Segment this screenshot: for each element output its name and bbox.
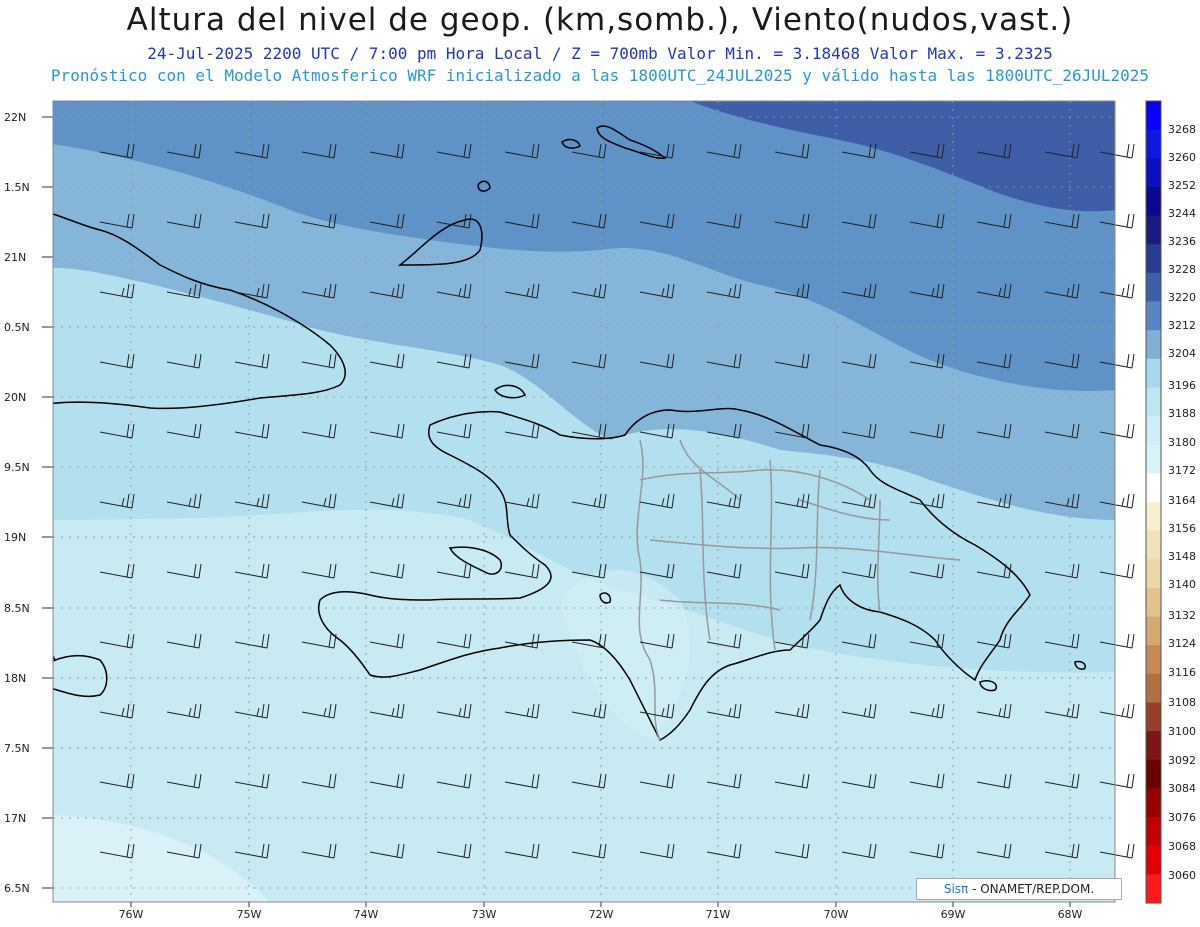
colorbar-swatch xyxy=(1146,186,1161,217)
colorbar-swatch xyxy=(1146,416,1161,446)
colorbar-swatch xyxy=(1146,874,1161,904)
latitude-ticks xyxy=(42,116,53,889)
colorbar-swatch xyxy=(1146,759,1161,790)
colorbar-swatch xyxy=(1146,817,1161,847)
colorbar-label: 3180 xyxy=(1168,436,1196,449)
longitude-axis: 76W 75W 74W 73W 72W 71W 70W 69W 68W xyxy=(119,908,1083,921)
colorbar-label: 3268 xyxy=(1168,123,1196,136)
colorbar-swatch xyxy=(1146,502,1161,532)
colorbar-label: 3196 xyxy=(1168,379,1196,392)
colorbar-label: 3204 xyxy=(1168,347,1196,360)
colorbar-swatch xyxy=(1146,330,1161,360)
lat-label: 1.5N xyxy=(4,181,30,194)
latitude-axis: 22N 1.5N 21N 0.5N 20N 9.5N 19N 8.5N 18N … xyxy=(4,111,30,895)
colorbar-label: 3140 xyxy=(1168,578,1196,591)
colorbar-swatch xyxy=(1146,272,1161,303)
lat-label: 21N xyxy=(4,251,26,264)
lon-label: 72W xyxy=(589,908,614,921)
colorbar-label: 3164 xyxy=(1168,494,1196,507)
colorbar-swatch xyxy=(1146,845,1161,875)
colorbar-swatch xyxy=(1146,530,1161,560)
colorbar-label: 3132 xyxy=(1168,609,1196,622)
colorbar-swatch xyxy=(1146,559,1161,589)
lat-label: 22N xyxy=(4,111,26,124)
colorbar-label: 3220 xyxy=(1168,291,1196,304)
lat-label: 0.5N xyxy=(4,321,30,334)
lon-label: 69W xyxy=(941,908,966,921)
colorbar-swatch xyxy=(1146,358,1161,389)
colorbar-swatch xyxy=(1146,616,1161,646)
colorbar-swatch xyxy=(1146,731,1161,761)
colorbar-label: 3156 xyxy=(1168,522,1196,535)
colorbar-swatch xyxy=(1146,473,1161,503)
lat-label: 7.5N xyxy=(4,742,30,755)
lon-label: 75W xyxy=(237,908,262,921)
credit-box: Sisπ - ONAMET/REP.DOM. xyxy=(916,878,1122,900)
colorbar-label: 3188 xyxy=(1168,407,1196,420)
lat-label: 8.5N xyxy=(4,602,30,615)
colorbar-swatch xyxy=(1146,587,1161,618)
colorbar-label: 3108 xyxy=(1168,696,1196,709)
colorbar-swatch xyxy=(1146,645,1161,675)
longitude-ticks xyxy=(130,902,1071,907)
lat-label: 9.5N xyxy=(4,461,30,474)
colorbar-swatch xyxy=(1146,702,1161,732)
colorbar-swatch xyxy=(1146,244,1161,274)
lat-label: 19N xyxy=(4,531,26,544)
lon-label: 74W xyxy=(354,908,379,921)
colorbar-swatch xyxy=(1146,101,1161,131)
colorbar-swatch xyxy=(1146,673,1161,704)
credit-text: - ONAMET/REP.DOM. xyxy=(968,882,1095,896)
colorbar-swatch xyxy=(1146,215,1161,245)
colorbar-label: 3060 xyxy=(1168,869,1196,882)
lon-label: 68W xyxy=(1058,908,1083,921)
lat-label: 17N xyxy=(4,812,26,825)
colorbar-swatch xyxy=(1146,158,1161,188)
lat-label: 18N xyxy=(4,672,26,685)
colorbar-label: 3100 xyxy=(1168,725,1196,738)
colorbar-swatch xyxy=(1146,788,1161,818)
colorbar-label: 3244 xyxy=(1168,207,1196,220)
lat-label: 20N xyxy=(4,391,26,404)
lon-label: 71W xyxy=(706,908,731,921)
colorbar-label: 3068 xyxy=(1168,840,1196,853)
colorbar-label: 3092 xyxy=(1168,754,1196,767)
colorbar xyxy=(1145,100,1162,904)
colorbar-label: 3076 xyxy=(1168,811,1196,824)
colorbar-label: 3212 xyxy=(1168,319,1196,332)
lat-label: 6.5N xyxy=(4,882,30,895)
colorbar-swatch xyxy=(1146,387,1161,417)
colorbar-label: 3252 xyxy=(1168,179,1196,192)
colorbar-swatch xyxy=(1146,301,1161,331)
lon-label: 70W xyxy=(824,908,849,921)
credit-logo: Sisπ xyxy=(943,882,969,896)
colorbar-label: 3116 xyxy=(1168,666,1196,679)
colorbar-label: 3260 xyxy=(1168,151,1196,164)
forecast-map: 22N 1.5N 21N 0.5N 20N 9.5N 19N 8.5N 18N … xyxy=(4,100,1196,921)
colorbar-label: 3228 xyxy=(1168,263,1196,276)
colorbar-label: 3236 xyxy=(1168,235,1196,248)
colorbar-labels: 3268 3260 3252 3244 3236 3228 3220 3212 … xyxy=(1168,123,1196,882)
lon-label: 73W xyxy=(472,908,497,921)
lon-label: 76W xyxy=(119,908,144,921)
colorbar-swatch xyxy=(1146,129,1161,159)
colorbar-label: 3124 xyxy=(1168,637,1196,650)
geopotential-shading xyxy=(53,101,1115,902)
colorbar-swatch xyxy=(1146,444,1161,474)
colorbar-label: 3148 xyxy=(1168,550,1196,563)
colorbar-label: 3172 xyxy=(1168,464,1196,477)
colorbar-label: 3084 xyxy=(1168,782,1196,795)
